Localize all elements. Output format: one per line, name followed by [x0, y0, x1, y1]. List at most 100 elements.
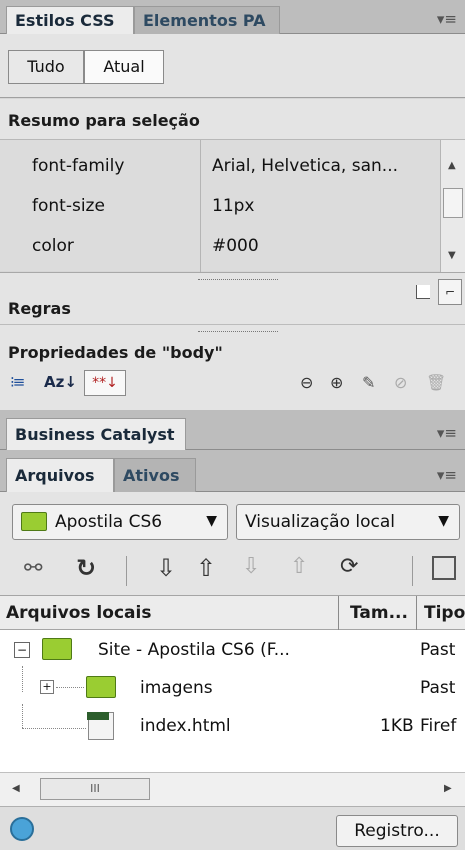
property-summary-table: font-family Arial, Helvetica, san... fon… — [0, 139, 465, 272]
table-row[interactable]: index.html 1KB Firef — [0, 704, 465, 744]
file-name: Site - Apostila CS6 (F... — [98, 640, 290, 660]
scroll-right-icon[interactable]: ▶ — [444, 783, 452, 794]
refresh-icon[interactable]: ↻ — [76, 554, 96, 582]
new-rule-icon[interactable]: ⊕ — [330, 373, 343, 392]
column-divider — [200, 140, 201, 272]
file-table-header: Arquivos locais Tam... Tipo — [0, 596, 465, 630]
tab-arquivos[interactable]: Arquivos — [6, 458, 114, 492]
tab-label: Business Catalyst — [15, 425, 175, 444]
column-header-type[interactable]: Tipo — [424, 603, 465, 623]
scroll-left-icon[interactable]: ◀ — [12, 783, 20, 794]
folder-icon — [86, 676, 116, 698]
properties-header: Propriedades de "body" ⁝≡ Az↓ **↓ ⊖ ⊕ ✎ … — [0, 324, 465, 410]
log-button[interactable]: Registro... — [336, 815, 458, 847]
file-table: Arquivos locais Tam... Tipo − Site - Apo… — [0, 596, 465, 772]
tab-elementos-pa[interactable]: Elementos PA — [134, 6, 280, 34]
scroll-thumb[interactable]: III — [40, 778, 150, 800]
column-header-name[interactable]: Arquivos locais — [6, 603, 151, 623]
category-view-icon[interactable]: ⁝≡ — [10, 373, 25, 391]
tree-view-icon[interactable]: ⌐ — [438, 279, 462, 305]
folder-icon — [21, 512, 47, 531]
property-value[interactable]: Arial, Helvetica, san... — [212, 156, 398, 176]
chevron-down-icon: ▼ — [206, 513, 217, 529]
scroll-thumb[interactable] — [443, 188, 463, 218]
tree-line — [22, 666, 23, 692]
property-name[interactable]: font-family — [32, 156, 124, 176]
connect-icon[interactable]: ⚯ — [24, 556, 42, 581]
tudo-button[interactable]: Tudo — [8, 50, 84, 84]
files-selector-bar: Apostila CS6 ▼ Visualização local ▼ — [0, 492, 465, 546]
get-files-icon[interactable]: ⇩ — [156, 554, 176, 582]
resize-grip[interactable] — [198, 331, 278, 332]
mode-toggle-bar: Tudo Atual — [0, 34, 465, 98]
site-select-value: Apostila CS6 — [55, 512, 163, 532]
property-value[interactable]: #000 — [212, 236, 259, 256]
file-size: 1KB — [380, 716, 414, 736]
toolbar-divider — [412, 556, 413, 586]
attach-stylesheet-icon[interactable]: ⊖ — [300, 373, 313, 392]
file-name: imagens — [140, 678, 213, 698]
edit-rule-icon[interactable]: ✎ — [362, 373, 375, 392]
file-name: index.html — [140, 716, 231, 736]
file-badge — [87, 712, 109, 720]
cascade-view-icon[interactable] — [416, 285, 430, 299]
properties-title: Propriedades de "body" — [8, 343, 223, 362]
scroll-down-icon[interactable]: ▼ — [448, 250, 456, 261]
put-files-icon[interactable]: ⇧ — [196, 554, 216, 582]
summary-title: Resumo para seleção — [8, 111, 200, 130]
rules-header: Regras ⌐ — [0, 272, 465, 324]
tree-line — [22, 704, 23, 728]
column-header-size[interactable]: Tam... — [350, 603, 408, 623]
file-type: Past — [420, 678, 456, 698]
expand-panel-icon[interactable] — [432, 556, 456, 580]
tree-line — [22, 728, 86, 729]
tab-label: Ativos — [123, 466, 180, 485]
panel-menu-icon[interactable]: ▾≡ — [437, 424, 457, 442]
column-divider[interactable] — [416, 596, 417, 630]
alphabetical-view-icon[interactable]: Az↓ — [44, 373, 77, 391]
panel-menu-icon[interactable]: ▾≡ — [437, 466, 457, 484]
column-divider[interactable] — [338, 596, 339, 630]
collapse-icon[interactable]: − — [14, 642, 30, 658]
folder-icon — [42, 638, 72, 660]
summary-header: Resumo para seleção — [0, 99, 465, 139]
view-select[interactable]: Visualização local ▼ — [236, 504, 460, 540]
tab-label: Arquivos — [15, 466, 95, 485]
tab-label: Estilos CSS — [15, 11, 115, 30]
tab-estilos-css[interactable]: Estilos CSS — [6, 6, 134, 34]
delete-rule-icon[interactable]: 🗑 — [426, 373, 446, 392]
view-select-value: Visualização local — [245, 512, 395, 532]
table-row[interactable]: − Site - Apostila CS6 (F... Past — [0, 632, 465, 668]
toolbar-divider — [126, 556, 127, 586]
sync-icon[interactable]: ⟳ — [340, 554, 358, 579]
tab-business-catalyst[interactable]: Business Catalyst — [6, 418, 186, 450]
rules-title: Regras — [8, 299, 71, 318]
file-type: Firef — [420, 716, 457, 736]
check-out-icon[interactable]: ⇩ — [242, 554, 260, 579]
disable-property-icon[interactable]: ⊘ — [394, 373, 407, 392]
tab-ativos[interactable]: Ativos — [114, 458, 196, 492]
html-file-icon — [87, 712, 114, 740]
files-status-bar: Registro... — [0, 806, 465, 850]
chevron-down-icon: ▼ — [438, 513, 449, 529]
expand-icon[interactable]: + — [40, 680, 54, 694]
atual-button[interactable]: Atual — [84, 50, 164, 84]
property-value[interactable]: 11px — [212, 196, 254, 216]
property-name[interactable]: font-size — [32, 196, 105, 216]
bc-panel-tabbar: Business Catalyst ▾≡ — [0, 410, 465, 450]
tab-label: Elementos PA — [143, 11, 266, 30]
files-toolbar: ⚯ ↻ ⇩ ⇧ ⇩ ⇧ ⟳ — [0, 546, 465, 596]
files-panel-tabbar: Arquivos Ativos ▾≡ — [0, 450, 465, 492]
globe-icon — [10, 817, 34, 841]
table-row[interactable]: + imagens Past — [0, 666, 465, 706]
check-in-icon[interactable]: ⇧ — [290, 554, 308, 579]
scroll-up-icon[interactable]: ▲ — [448, 160, 456, 171]
resize-grip[interactable] — [198, 279, 278, 280]
css-panel-tabbar: Estilos CSS Elementos PA ▾≡ — [0, 0, 465, 34]
property-name[interactable]: color — [32, 236, 74, 256]
site-select[interactable]: Apostila CS6 ▼ — [12, 504, 228, 540]
summary-scrollbar[interactable]: ▲ ▼ — [440, 140, 465, 272]
horizontal-scrollbar[interactable]: ◀ III ▶ — [0, 772, 465, 806]
show-set-properties-icon[interactable]: **↓ — [84, 370, 126, 396]
panel-menu-icon[interactable]: ▾≡ — [437, 10, 457, 28]
